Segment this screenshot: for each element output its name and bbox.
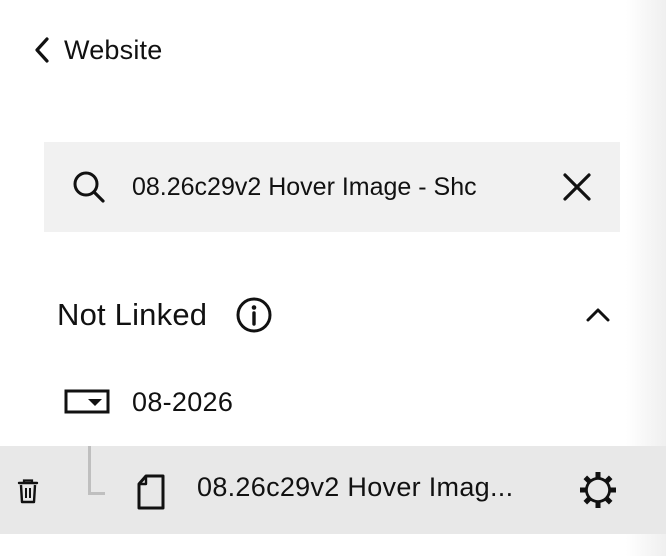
trash-icon[interactable] <box>16 478 40 504</box>
search-icon <box>73 171 105 203</box>
search-bar <box>44 142 620 232</box>
folder-label: 08-2026 <box>132 386 234 417</box>
chevron-left-icon <box>35 37 49 63</box>
page-label: 08.26c29v2 Hover Imag... <box>197 472 514 502</box>
folder-icon <box>64 389 110 414</box>
page-icon <box>137 474 165 510</box>
info-icon[interactable] <box>235 296 273 334</box>
search-input[interactable] <box>132 164 534 210</box>
section-title: Not Linked <box>57 297 208 332</box>
back-label: Website <box>64 34 163 65</box>
tree-connector <box>88 446 105 495</box>
section-header-not-linked[interactable]: Not Linked <box>57 290 627 340</box>
chevron-up-icon[interactable] <box>583 300 613 330</box>
gear-icon[interactable] <box>578 470 618 510</box>
close-icon[interactable] <box>558 168 596 206</box>
folder-item[interactable]: 08-2026 <box>64 380 233 424</box>
back-button[interactable]: Website <box>30 30 162 70</box>
